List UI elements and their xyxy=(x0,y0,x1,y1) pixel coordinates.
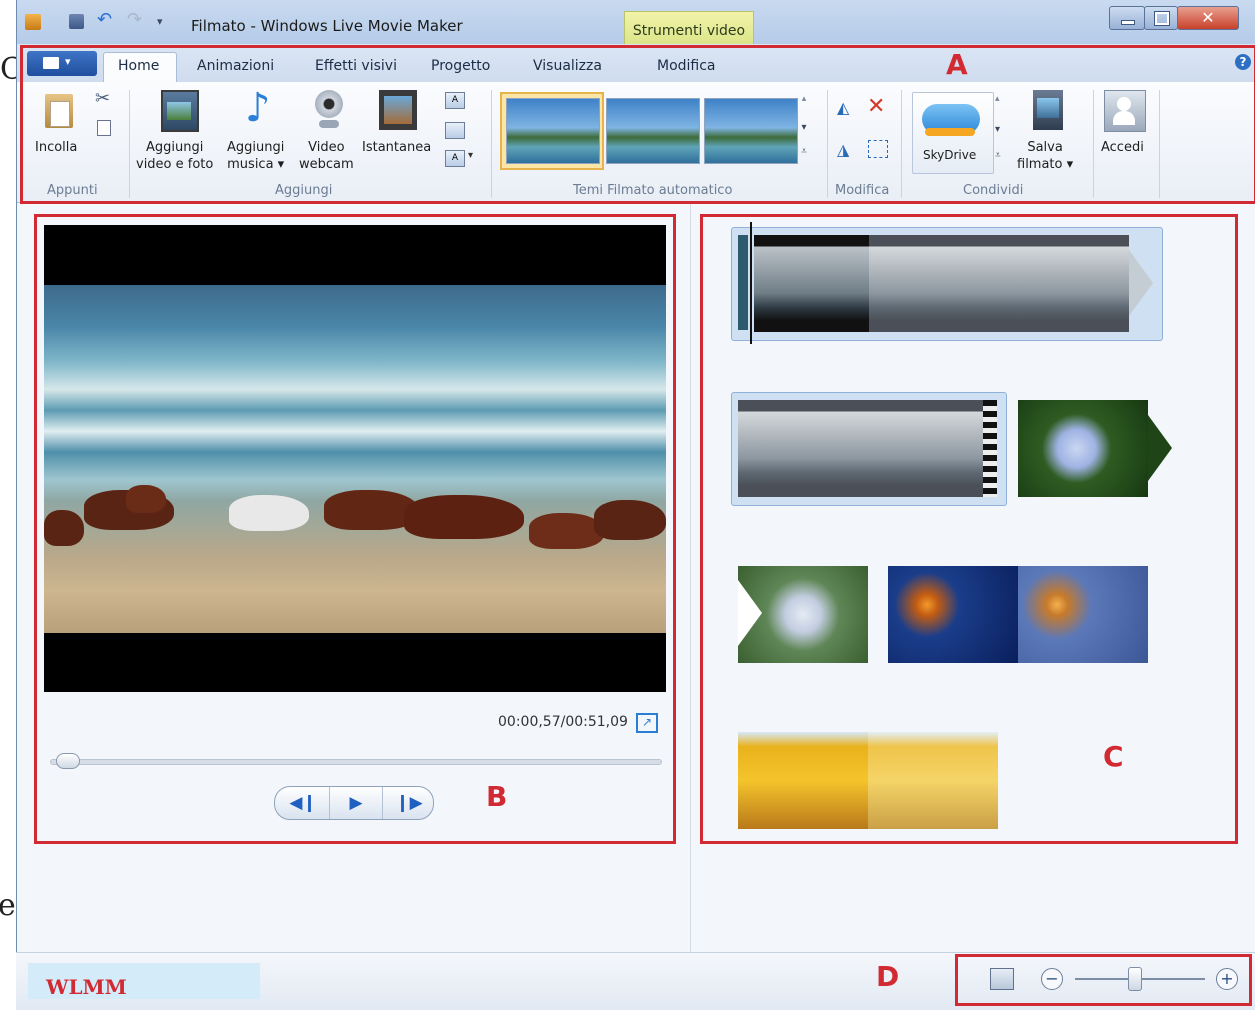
annotation-label-b: B xyxy=(486,780,508,813)
edge-letter-bottom: e xyxy=(0,888,16,923)
annotation-box-d xyxy=(955,954,1252,1006)
close-button[interactable]: ✕ xyxy=(1177,6,1239,30)
wlmm-badge: WLMM xyxy=(28,963,260,999)
window-title: Filmato - Windows Live Movie Maker xyxy=(191,17,463,35)
annotation-label-d: D xyxy=(876,960,900,993)
video-tools-contextual-tab: Strumenti video xyxy=(624,11,754,44)
close-icon: ✕ xyxy=(1201,8,1215,27)
annotation-label-a: A xyxy=(946,48,968,81)
maximize-button[interactable] xyxy=(1144,6,1178,30)
customize-toolbar-icon[interactable]: ▾ xyxy=(157,14,173,30)
minimize-button[interactable] xyxy=(1109,6,1145,30)
annotation-box-c xyxy=(700,214,1238,844)
redo-icon[interactable]: ↷ xyxy=(127,11,143,29)
save-icon[interactable] xyxy=(69,14,84,29)
pane-splitter[interactable] xyxy=(690,202,691,952)
annotation-box-b xyxy=(34,214,676,844)
app-icon xyxy=(25,14,41,30)
annotation-box-a xyxy=(20,45,1255,204)
undo-icon[interactable]: ↶ xyxy=(97,11,113,29)
annotation-label-c: C xyxy=(1103,740,1124,773)
